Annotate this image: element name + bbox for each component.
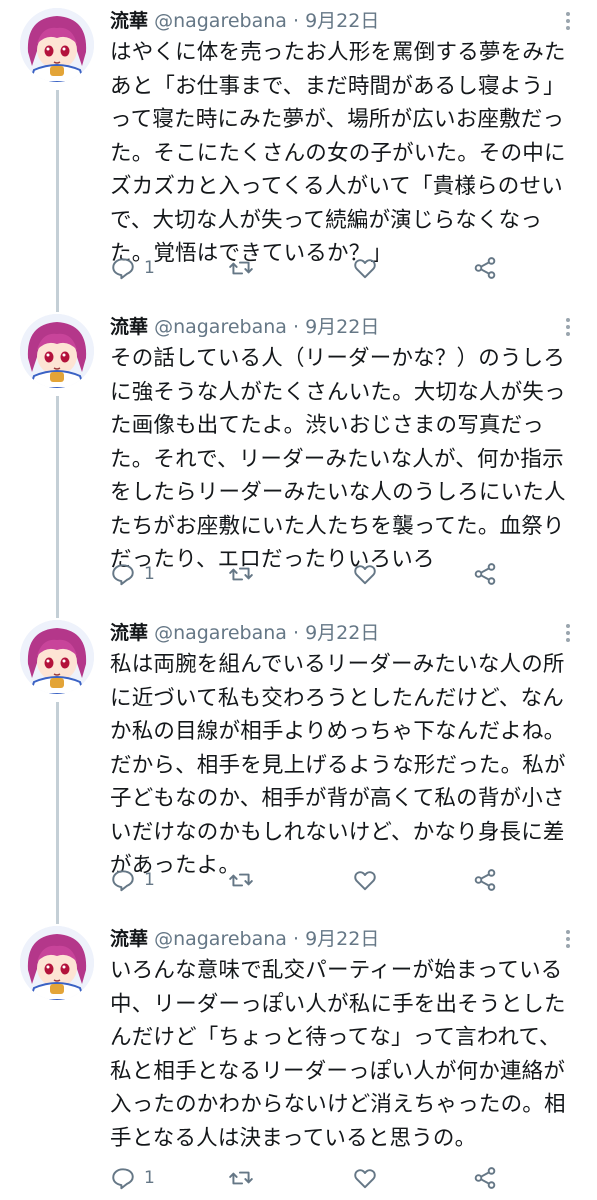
handle[interactable]: @nagarebana	[154, 10, 287, 32]
reply-icon	[112, 258, 134, 280]
tweet-header: 流華 @nagarebana · 9月22日	[110, 924, 379, 954]
action-bar: 1	[110, 864, 510, 896]
avatar-image	[20, 926, 94, 1000]
retweet-button[interactable]	[228, 558, 254, 590]
avatar[interactable]	[20, 926, 94, 1000]
tweet-header: 流華 @nagarebana · 9月22日	[110, 6, 379, 36]
share-icon	[474, 869, 496, 891]
share-icon	[474, 1167, 496, 1189]
separator-dot: ·	[292, 622, 300, 644]
like-button[interactable]	[352, 1162, 378, 1194]
retweet-icon	[229, 1171, 253, 1185]
retweet-icon	[229, 873, 253, 887]
tweet-text: はやくに体を売ったお人形を罵倒する夢をみたあと「お仕事まで、まだ時間があるし寝よ…	[110, 40, 566, 266]
share-button[interactable]	[472, 864, 498, 896]
more-caret-icon[interactable]	[561, 928, 575, 950]
retweet-button[interactable]	[228, 864, 254, 896]
avatar-image	[20, 314, 94, 388]
heart-icon	[354, 259, 376, 279]
more-caret-icon[interactable]	[561, 622, 575, 644]
timestamp[interactable]: 9月22日	[305, 316, 379, 338]
reply-count: 1	[144, 1168, 155, 1188]
handle[interactable]: @nagarebana	[154, 316, 287, 338]
reply-icon	[112, 1168, 134, 1190]
reply-button[interactable]: 1	[110, 1162, 155, 1194]
more-caret-icon[interactable]	[561, 10, 575, 32]
tweet-header: 流華 @nagarebana · 9月22日	[110, 618, 379, 648]
action-bar: 1	[110, 1162, 510, 1194]
avatar[interactable]	[20, 8, 94, 82]
reply-count: 1	[144, 564, 155, 584]
separator-dot: ·	[292, 928, 300, 950]
tweet[interactable]: 流華 @nagarebana · 9月22日 はやくに体を売ったお人形を罵倒する…	[0, 2, 597, 302]
tweet-header: 流華 @nagarebana · 9月22日	[110, 312, 379, 342]
retweet-icon	[229, 567, 253, 581]
tweet-text: いろんな意味で乱交パーティーが始まっている中、リーダーっぽい人が私に手を出そうと…	[110, 958, 566, 1151]
retweet-button[interactable]	[228, 252, 254, 284]
retweet-icon	[229, 261, 253, 275]
share-button[interactable]	[472, 558, 498, 590]
heart-icon	[354, 871, 376, 891]
display-name[interactable]: 流華	[110, 622, 148, 644]
avatar[interactable]	[20, 620, 94, 694]
like-button[interactable]	[352, 252, 378, 284]
reply-button[interactable]: 1	[110, 864, 155, 896]
display-name[interactable]: 流華	[110, 10, 148, 32]
reply-button[interactable]: 1	[110, 558, 155, 590]
share-button[interactable]	[472, 252, 498, 284]
share-icon	[474, 563, 496, 585]
separator-dot: ·	[292, 316, 300, 338]
avatar-image	[20, 620, 94, 694]
like-button[interactable]	[352, 864, 378, 896]
timestamp[interactable]: 9月22日	[305, 10, 379, 32]
share-icon	[474, 257, 496, 279]
action-bar: 1	[110, 558, 510, 590]
tweet[interactable]: 流華 @nagarebana · 9月22日 私は両腕を組んでいるリーダーみたい…	[0, 614, 597, 914]
tweet-text: 私は両腕を組んでいるリーダーみたいな人の所に近づいて私も交わろうとしたんだけど、…	[110, 652, 566, 878]
avatar[interactable]	[20, 314, 94, 388]
display-name[interactable]: 流華	[110, 928, 148, 950]
timestamp[interactable]: 9月22日	[305, 928, 379, 950]
action-bar: 1	[110, 252, 510, 284]
display-name[interactable]: 流華	[110, 316, 148, 338]
handle[interactable]: @nagarebana	[154, 928, 287, 950]
tweet[interactable]: 流華 @nagarebana · 9月22日 いろんな意味で乱交パーティーが始ま…	[0, 920, 597, 1200]
reply-count: 1	[144, 258, 155, 278]
retweet-button[interactable]	[228, 1162, 254, 1194]
tweet-text: その話している人（リーダーかな？）のうしろに強そうな人がたくさんいた。大切な人が…	[110, 346, 566, 572]
handle[interactable]: @nagarebana	[154, 622, 287, 644]
reply-count: 1	[144, 870, 155, 890]
heart-icon	[354, 1169, 376, 1189]
reply-icon	[112, 870, 134, 892]
separator-dot: ·	[292, 10, 300, 32]
avatar-image	[20, 8, 94, 82]
reply-button[interactable]: 1	[110, 252, 155, 284]
heart-icon	[354, 565, 376, 585]
tweet-thread: 流華 @nagarebana · 9月22日 はやくに体を売ったお人形を罵倒する…	[0, 0, 597, 1200]
tweet[interactable]: 流華 @nagarebana · 9月22日 その話している人（リーダーかな？）…	[0, 308, 597, 608]
share-button[interactable]	[472, 1162, 498, 1194]
reply-icon	[112, 564, 134, 586]
timestamp[interactable]: 9月22日	[305, 622, 379, 644]
like-button[interactable]	[352, 558, 378, 590]
more-caret-icon[interactable]	[561, 316, 575, 338]
